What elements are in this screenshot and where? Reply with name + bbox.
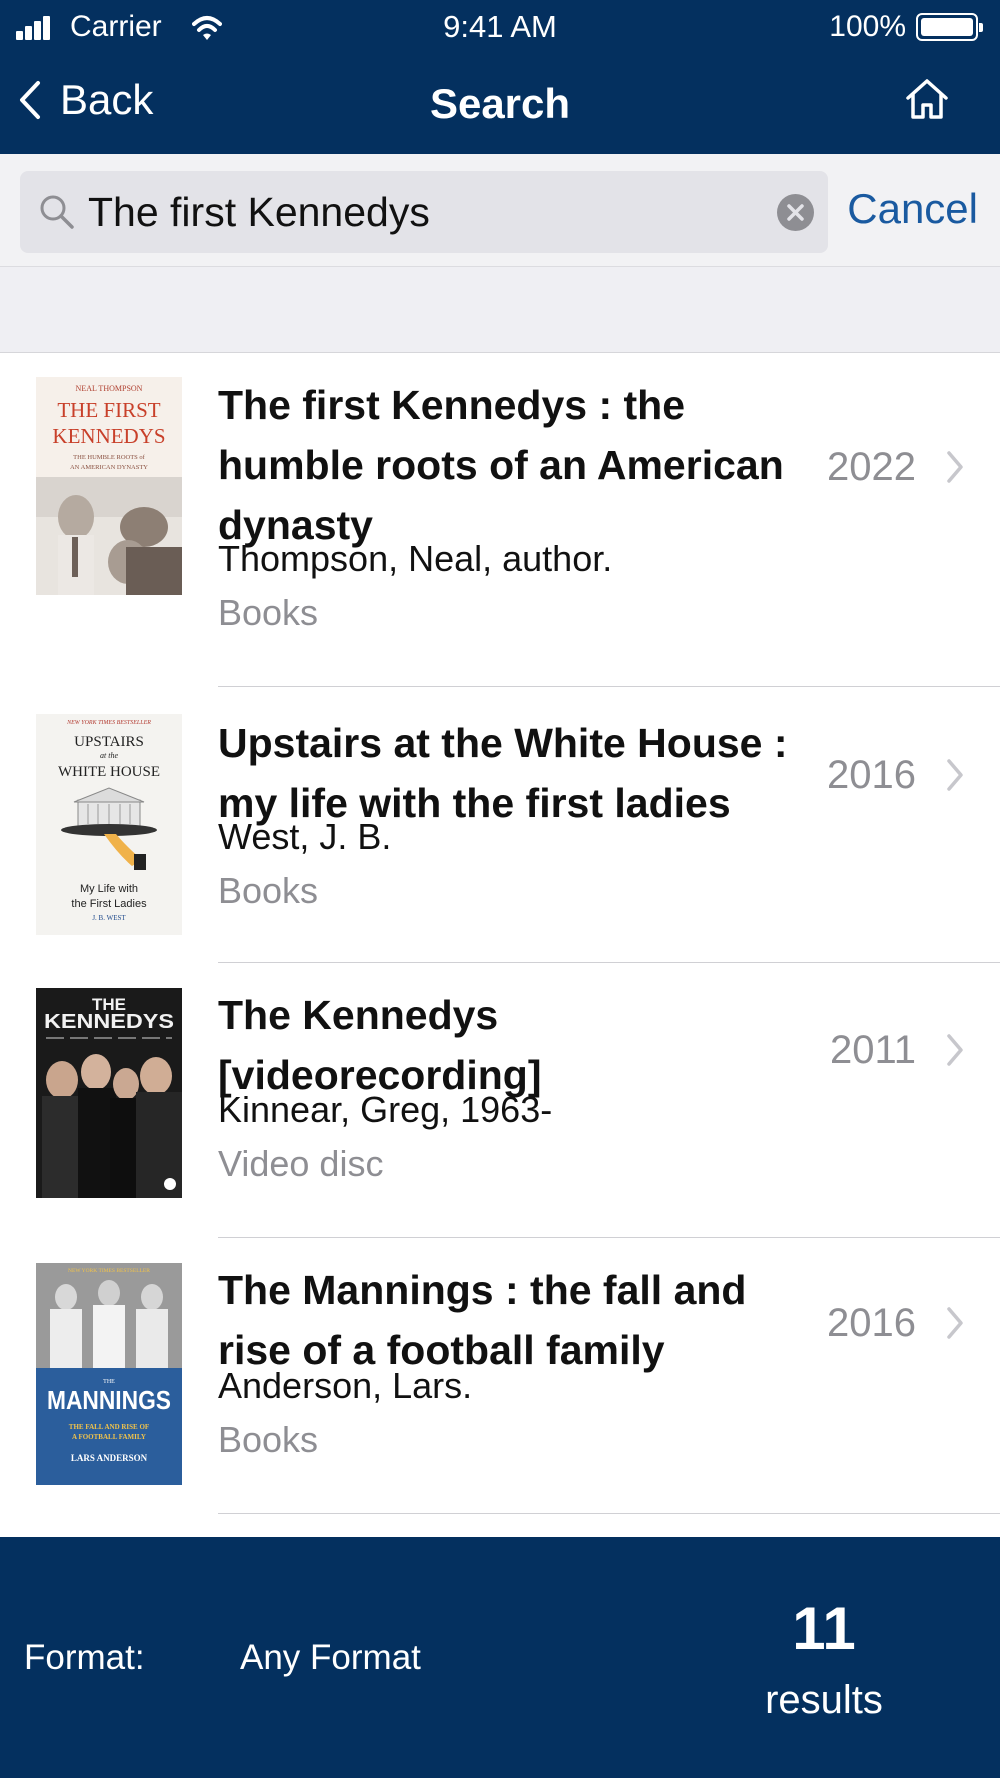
svg-text:AN AMERICAN DYNASTY: AN AMERICAN DYNASTY [70, 464, 148, 471]
svg-text:THE FIRST: THE FIRST [57, 398, 160, 422]
search-icon [40, 195, 74, 229]
svg-text:WHITE HOUSE: WHITE HOUSE [58, 764, 160, 780]
book-cover-image: THE KENNEDYS [36, 988, 182, 1198]
svg-text:A FOOTBALL FAMILY: A FOOTBALL FAMILY [72, 1433, 146, 1441]
result-format: Books [218, 592, 319, 633]
svg-text:NEW YORK TIMES BESTSELLER: NEW YORK TIMES BESTSELLER [66, 720, 151, 726]
svg-text:at the: at the [100, 751, 118, 760]
result-author: Kinnear, Greg, 1963- [218, 1089, 553, 1130]
nav-bar: Back Search [0, 60, 1000, 150]
result-format: Books [218, 870, 319, 911]
list-item[interactable]: NEW YORK TIMES BESTSELLER UPSTAIRS at th… [0, 687, 1000, 963]
svg-text:KENNEDYS: KENNEDYS [52, 424, 165, 448]
chevron-right-icon [947, 1307, 963, 1339]
svg-text:LARS ANDERSON: LARS ANDERSON [71, 1453, 148, 1463]
cover-art: NEW YORK TIMES BESTSELLER UPSTAIRS at th… [36, 714, 182, 935]
book-cover-image: NEW YORK TIMES BESTSELLER UPSTAIRS at th… [36, 714, 182, 935]
svg-text:J. B. WEST: J. B. WEST [92, 914, 126, 922]
battery-icon [916, 13, 983, 41]
result-count: 11 [792, 1595, 856, 1662]
status-bar: Carrier 9:41 AM 100% [0, 0, 1000, 56]
book-cover-image: NEAL THOMPSON THE FIRST KENNEDYS THE HUM… [36, 377, 182, 595]
top-bar: Carrier 9:41 AM 100% Back Search [0, 0, 1000, 154]
cancel-button[interactable]: Cancel [847, 185, 978, 233]
svg-text:My Life with: My Life with [80, 883, 138, 895]
result-year: 2016 [827, 1301, 916, 1345]
cover-art: NEW YORK TIMES BESTSELLER THE MANNINGS T… [36, 1263, 182, 1485]
svg-text:KENNEDYS: KENNEDYS [44, 1011, 174, 1033]
cover-art: NEAL THOMPSON THE FIRST KENNEDYS THE HUM… [36, 377, 182, 595]
list-item[interactable]: NEW YORK TIMES BESTSELLER THE MANNINGS T… [0, 1238, 1000, 1514]
row-separator [218, 1513, 1000, 1514]
clear-search-button[interactable] [777, 194, 814, 231]
result-title: The Mannings : the fall and rise of a fo… [218, 1267, 747, 1373]
result-year: 2016 [827, 753, 916, 797]
chevron-right-icon [947, 1034, 963, 1066]
search-field[interactable] [20, 171, 828, 253]
result-author: Anderson, Lars. [218, 1365, 473, 1406]
svg-text:NEW YORK TIMES BESTSELLER: NEW YORK TIMES BESTSELLER [68, 1268, 150, 1274]
result-year: 2022 [827, 445, 916, 489]
chevron-right-icon [947, 759, 963, 791]
svg-text:NEAL THOMPSON: NEAL THOMPSON [76, 384, 143, 393]
result-title: The first Kennedys : the humble roots of… [218, 382, 784, 548]
home-icon[interactable] [904, 76, 950, 122]
clear-icon [787, 204, 804, 221]
list-item[interactable]: NEAL THOMPSON THE FIRST KENNEDYS THE HUM… [0, 353, 1000, 687]
result-format: Video disc [218, 1143, 384, 1184]
svg-text:THE HUMBLE ROOTS of: THE HUMBLE ROOTS of [73, 454, 146, 461]
format-selector[interactable]: Any Format [240, 1638, 421, 1678]
result-year: 2011 [829, 1028, 916, 1072]
svg-text:MANNINGS: MANNINGS [47, 1385, 171, 1415]
list-item[interactable]: THE KENNEDYS The Kennedys [videorecordin… [0, 963, 1000, 1238]
book-cover-image: NEW YORK TIMES BESTSELLER THE MANNINGS T… [36, 1263, 182, 1485]
svg-text:the First Ladies: the First Ladies [71, 898, 147, 910]
filter-footer: Format: Any Format 11 results [0, 1537, 1000, 1778]
result-author: Thompson, Neal, author. [218, 538, 613, 579]
result-title: The Kennedys [videorecording] [218, 992, 542, 1098]
result-title: Upstairs at the White House : my life wi… [218, 720, 788, 826]
svg-text:THE FALL AND RISE OF: THE FALL AND RISE OF [69, 1423, 149, 1431]
result-count-label: results [765, 1678, 883, 1722]
battery-percent: 100% [829, 10, 906, 43]
search-input[interactable] [88, 171, 768, 253]
chevron-right-icon [947, 451, 963, 483]
results-header-spacer [0, 267, 1000, 353]
result-format: Books [218, 1419, 319, 1460]
cover-art: THE KENNEDYS [36, 988, 182, 1198]
search-bar: Cancel [0, 154, 1000, 267]
svg-text:UPSTAIRS: UPSTAIRS [74, 734, 144, 750]
result-author: West, J. B. [218, 816, 392, 857]
format-label: Format: [24, 1638, 145, 1677]
page-title: Search [429, 80, 571, 127]
